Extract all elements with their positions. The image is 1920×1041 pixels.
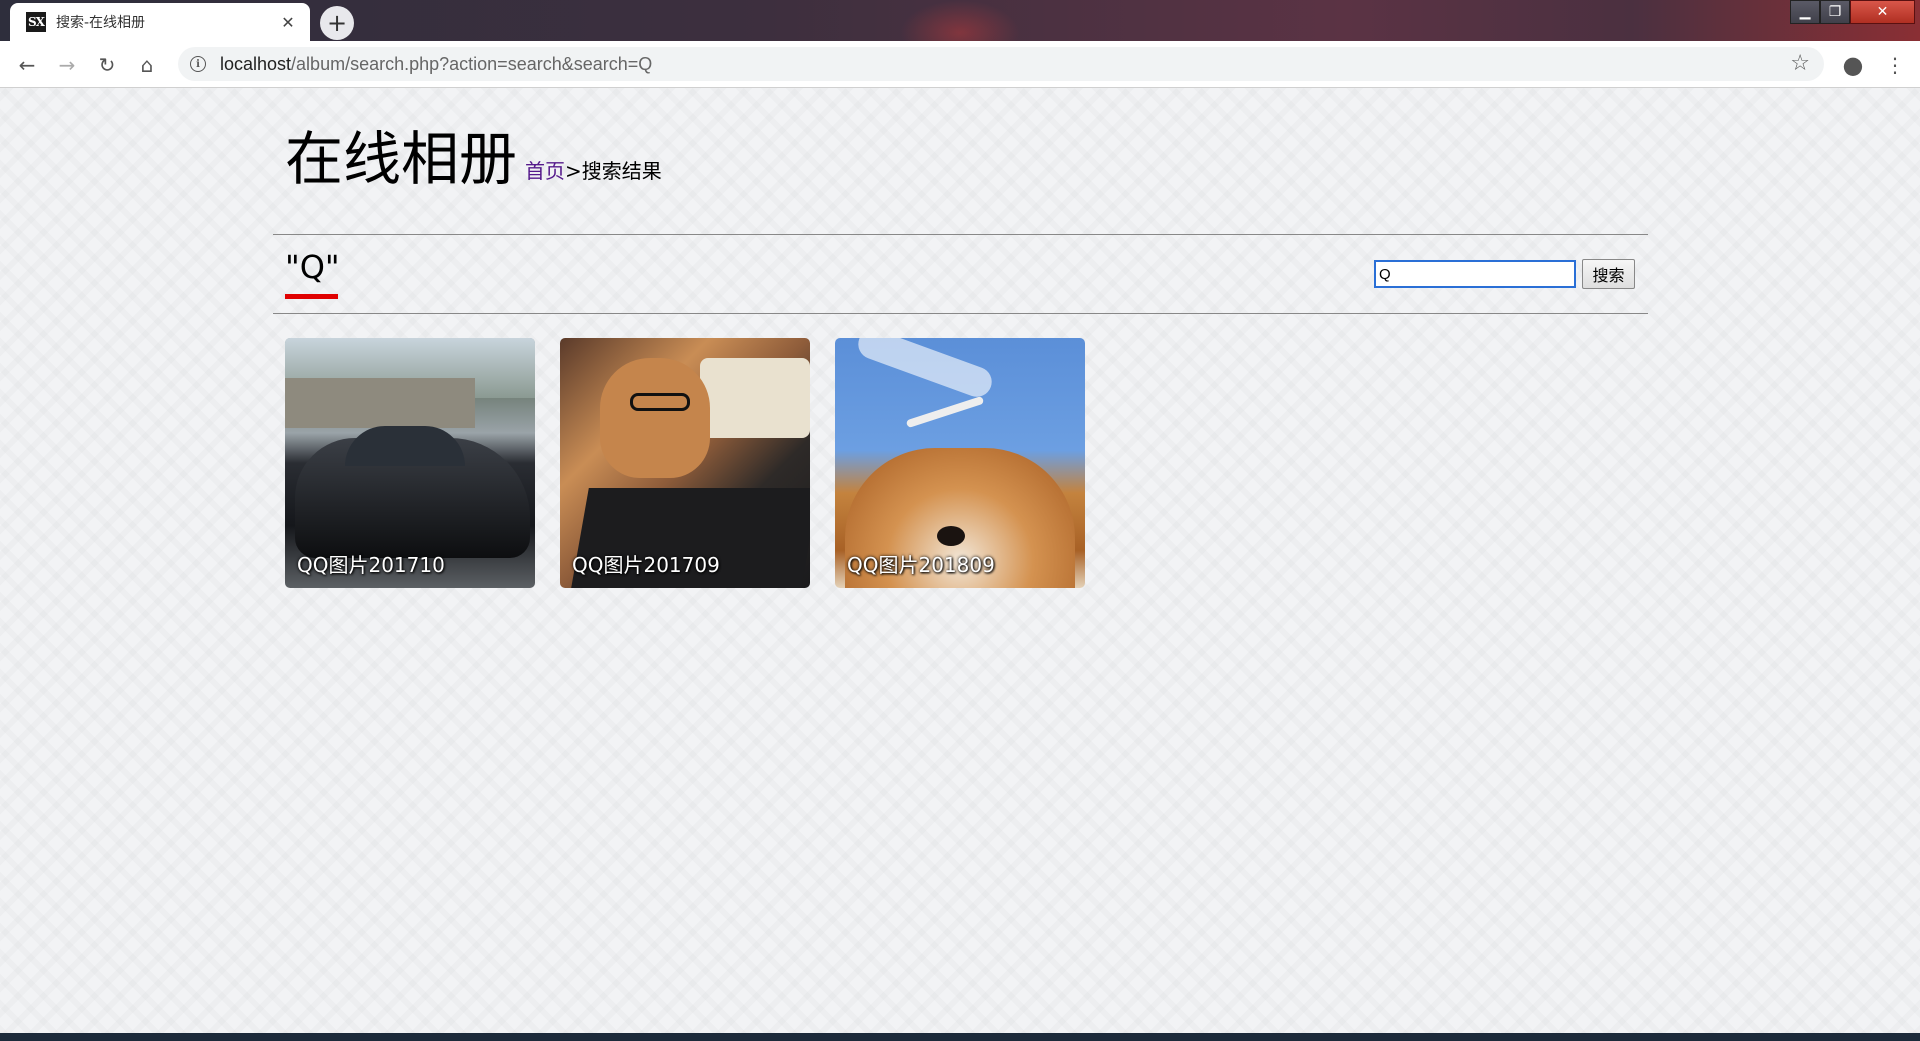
close-window-button[interactable]: ✕ xyxy=(1850,0,1915,24)
back-icon[interactable]: ← xyxy=(12,50,42,80)
bookmark-star-icon[interactable]: ☆ xyxy=(1790,51,1810,76)
breadcrumb-home-link[interactable]: 首页 xyxy=(525,159,565,183)
maximize-button[interactable]: ❐ xyxy=(1820,0,1850,24)
airplane-shape xyxy=(905,395,985,429)
forward-icon[interactable]: → xyxy=(52,50,82,80)
home-icon[interactable]: ⌂ xyxy=(132,50,162,80)
glasses-shape xyxy=(630,393,690,411)
query-underline xyxy=(285,294,338,299)
divider-top xyxy=(273,234,1648,235)
address-bar[interactable]: i localhost/album/search.php?action=sear… xyxy=(178,47,1824,81)
menu-icon[interactable]: ⋮ xyxy=(1880,50,1910,80)
url-path: /album/search.php?action=search&search=Q xyxy=(291,53,653,74)
result-thumbnail[interactable]: QQ图片201709 xyxy=(560,338,810,588)
search-input[interactable] xyxy=(1374,260,1576,288)
info-icon[interactable]: i xyxy=(190,56,206,72)
wall-shape xyxy=(285,378,475,428)
profile-icon[interactable]: ● xyxy=(1838,50,1868,80)
car-window-shape xyxy=(345,426,465,466)
search-button[interactable]: 搜索 xyxy=(1582,259,1635,289)
cloud-shape xyxy=(854,338,996,402)
tab-title: 搜索-在线相册 xyxy=(56,15,146,31)
sofa-shape xyxy=(700,358,810,438)
divider-bottom xyxy=(273,313,1648,314)
minimize-button[interactable]: ▁ xyxy=(1790,0,1820,24)
dog-nose-shape xyxy=(937,526,965,546)
result-caption: QQ图片201710 xyxy=(297,553,445,577)
result-thumbnail[interactable]: QQ图片201710 xyxy=(285,338,535,588)
result-caption: QQ图片201709 xyxy=(572,553,720,577)
reload-icon[interactable]: ↻ xyxy=(92,50,122,80)
browser-toolbar: ← → ↻ ⌂ i localhost/album/search.php?act… xyxy=(0,41,1920,88)
site-title: 在线相册 xyxy=(285,125,518,193)
breadcrumb-separator: > xyxy=(565,159,582,183)
search-query-heading: "Q" xyxy=(285,248,340,286)
page-content: 在线相册 首页>搜索结果 "Q" 搜索 QQ图片201710 QQ图片20170… xyxy=(0,88,1920,1033)
titlebar-decoration xyxy=(900,0,1020,41)
breadcrumb-current: 搜索结果 xyxy=(581,159,662,183)
result-thumbnail[interactable]: QQ图片201809 xyxy=(835,338,1085,588)
os-taskbar xyxy=(0,1033,1920,1041)
favicon-icon: SX xyxy=(26,12,46,32)
tab-close-icon[interactable]: ✕ xyxy=(278,13,298,32)
url-host: localhost xyxy=(220,53,292,74)
title-bar: SX 搜索-在线相册 ✕ + ▁ ❐ ✕ xyxy=(0,0,1920,41)
dog-head-shape xyxy=(600,358,710,478)
new-tab-button[interactable]: + xyxy=(320,6,354,40)
result-caption: QQ图片201809 xyxy=(847,553,995,577)
breadcrumb: 首页>搜索结果 xyxy=(525,155,662,184)
url-text[interactable]: localhost/album/search.php?action=search… xyxy=(220,54,652,75)
page-header: 在线相册 首页>搜索结果 xyxy=(285,130,662,188)
browser-tab[interactable]: SX 搜索-在线相册 ✕ xyxy=(10,3,310,41)
